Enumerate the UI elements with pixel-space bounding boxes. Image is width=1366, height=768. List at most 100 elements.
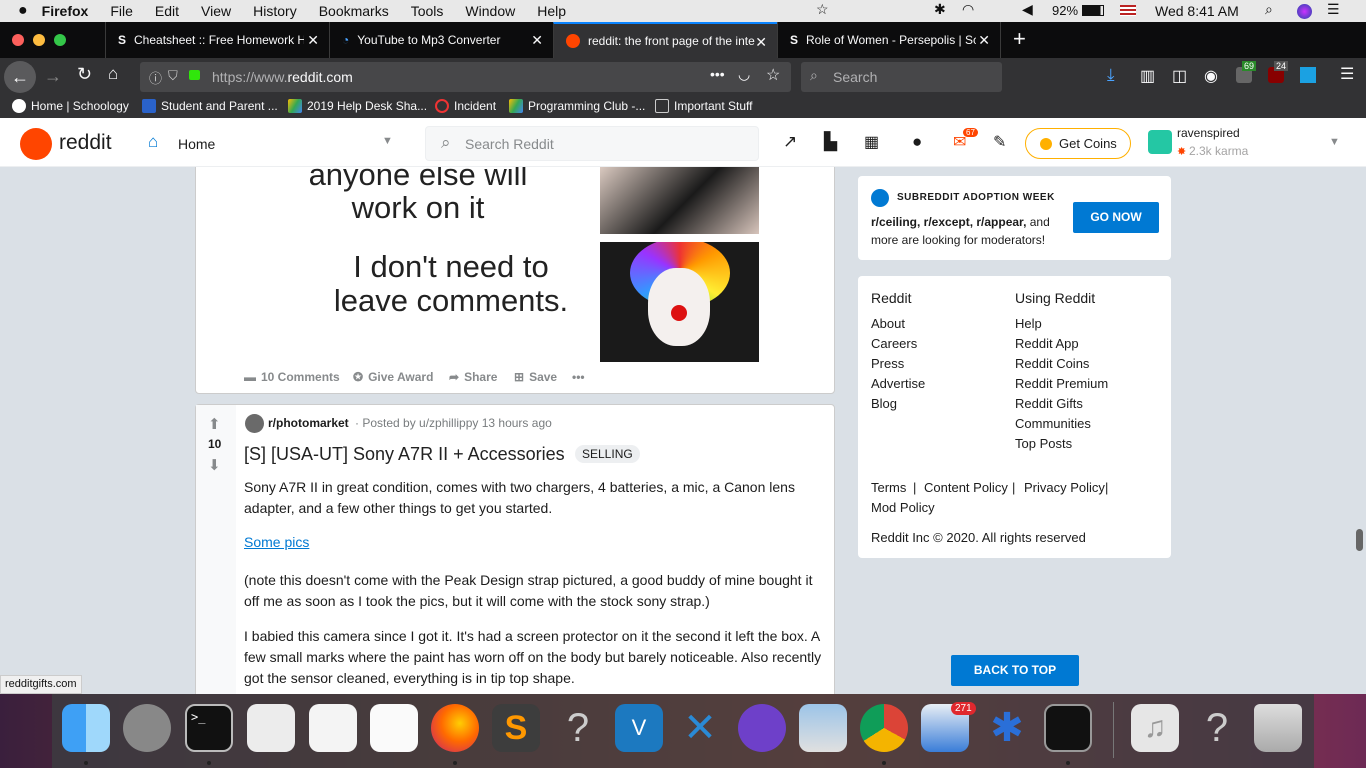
browser-search-bar[interactable]: ⌕ Search bbox=[801, 62, 1002, 92]
page-actions-icon[interactable]: ••• bbox=[710, 66, 725, 82]
script-editor-icon[interactable] bbox=[247, 704, 295, 752]
bookmark-incident[interactable]: Incident bbox=[435, 99, 496, 113]
textedit-doc-icon[interactable] bbox=[309, 704, 357, 752]
some-pics-link[interactable]: Some pics bbox=[244, 534, 309, 550]
forward-button[interactable]: → bbox=[44, 66, 62, 87]
maximize-window-button[interactable] bbox=[54, 34, 66, 46]
clock[interactable]: Wed 8:41 AM bbox=[1155, 3, 1239, 19]
flag-icon[interactable] bbox=[1120, 5, 1136, 16]
user-menu-chevron-icon[interactable]: ▼ bbox=[1329, 136, 1340, 148]
adoption-subreddits[interactable]: r/ceiling, r/except, r/appear, bbox=[871, 215, 1026, 229]
url-bar[interactable]: ⓘ ⛉ https://www.reddit.com ••• ◡ ☆ bbox=[140, 62, 791, 92]
unknown-stack-icon[interactable]: ? bbox=[1193, 704, 1241, 752]
footer-link-reddit-coins[interactable]: Reddit Coins bbox=[1015, 356, 1089, 371]
unknown-app-icon[interactable]: ? bbox=[554, 704, 602, 752]
siri-icon[interactable] bbox=[1297, 4, 1312, 19]
footer-link-mod-policy[interactable]: Mod Policy bbox=[871, 500, 935, 515]
popular-trending-icon[interactable]: ↗ bbox=[783, 132, 797, 152]
downvote-arrow-icon[interactable]: ⬇ bbox=[208, 456, 221, 474]
music-folder-icon[interactable]: ♫ bbox=[1131, 704, 1179, 752]
menu-app-name[interactable]: Firefox bbox=[42, 3, 89, 19]
menu-history[interactable]: History bbox=[253, 3, 297, 19]
vscode-icon[interactable]: ✕ bbox=[676, 704, 724, 752]
footer-link-content-policy[interactable]: Content Policy bbox=[924, 480, 1008, 495]
footer-link-advertise[interactable]: Advertise bbox=[871, 376, 925, 391]
tab-persepolis[interactable]: S Role of Women - Persepolis | Sc ✕ bbox=[777, 22, 1001, 58]
give-award-button[interactable]: ✪ Give Award bbox=[353, 370, 433, 384]
post-card[interactable]: ⬆ 10 ⬇ r/photomarket · Posted by u/zphil… bbox=[195, 404, 835, 694]
close-tab-icon[interactable]: ✕ bbox=[755, 34, 767, 51]
all-stats-icon[interactable]: ▙ bbox=[824, 132, 837, 152]
menu-bookmarks[interactable]: Bookmarks bbox=[319, 3, 389, 19]
more-options-icon[interactable]: ••• bbox=[572, 370, 585, 384]
footer-link-reddit-app[interactable]: Reddit App bbox=[1015, 336, 1079, 351]
bluetooth-icon[interactable]: ✱ bbox=[934, 1, 946, 18]
feed-selector-label[interactable]: Home bbox=[178, 136, 215, 152]
battery-percent[interactable]: 92% bbox=[1052, 3, 1078, 18]
terminal-icon[interactable]: >_ bbox=[185, 704, 233, 752]
reddit-wordmark[interactable]: reddit bbox=[59, 131, 112, 155]
reload-icon[interactable]: ↻ bbox=[77, 64, 92, 85]
go-now-button[interactable]: GO NOW bbox=[1073, 202, 1159, 233]
volume-icon[interactable]: ◀ bbox=[1022, 1, 1033, 18]
footer-link-careers[interactable]: Careers bbox=[871, 336, 917, 351]
share-button[interactable]: ➦ Share bbox=[449, 370, 497, 384]
post-image[interactable]: anyone else will work on it I don't need… bbox=[236, 167, 759, 362]
community-grid-icon[interactable]: ▦ bbox=[864, 132, 879, 152]
vnc-viewer-icon[interactable]: V bbox=[615, 704, 663, 752]
avatar[interactable] bbox=[1148, 130, 1172, 154]
footer-link-top-posts[interactable]: Top Posts bbox=[1015, 436, 1072, 451]
menu-window[interactable]: Window bbox=[465, 3, 515, 19]
spotlight-icon[interactable]: ⌕ bbox=[1265, 1, 1273, 18]
shield-icon[interactable]: ⛉ bbox=[168, 68, 178, 84]
bookmark-student-parent[interactable]: Student and Parent ... bbox=[142, 99, 278, 113]
firefox-icon[interactable] bbox=[431, 704, 479, 752]
post-title[interactable]: [S] [USA-UT] Sony A7R II + Accessories bbox=[244, 444, 565, 465]
footer-link-press[interactable]: Press bbox=[871, 356, 904, 371]
sublime-text-icon[interactable]: S bbox=[492, 704, 540, 752]
feed-dropdown-chevron-icon[interactable]: ▼ bbox=[382, 135, 393, 147]
account-icon[interactable]: ◉ bbox=[1204, 66, 1218, 86]
username[interactable]: ravenspired bbox=[1177, 126, 1240, 140]
notification-center-icon[interactable]: ☰ bbox=[1327, 1, 1340, 18]
footer-link-about[interactable]: About bbox=[871, 316, 905, 331]
close-window-button[interactable] bbox=[12, 34, 24, 46]
chrome-icon[interactable] bbox=[860, 704, 908, 752]
extension-blue-icon[interactable] bbox=[1300, 67, 1316, 83]
page-scrollbar-thumb[interactable] bbox=[1356, 529, 1363, 551]
close-tab-icon[interactable]: ✕ bbox=[531, 32, 543, 49]
back-button[interactable]: ← bbox=[4, 61, 36, 93]
footer-link-help[interactable]: Help bbox=[1015, 316, 1042, 331]
menu-file[interactable]: File bbox=[110, 3, 133, 19]
info-icon[interactable]: ⓘ bbox=[149, 68, 162, 87]
menu-icon[interactable]: ☰ bbox=[1340, 64, 1354, 84]
star-icon[interactable]: ☆ bbox=[816, 1, 829, 18]
library-icon[interactable]: ▥ bbox=[1140, 66, 1155, 86]
sidebar-icon[interactable]: ◫ bbox=[1172, 66, 1187, 86]
finder-icon[interactable] bbox=[62, 704, 110, 752]
menu-edit[interactable]: Edit bbox=[155, 3, 179, 19]
close-tab-icon[interactable]: ✕ bbox=[307, 32, 319, 49]
activity-monitor-icon[interactable] bbox=[1044, 704, 1092, 752]
upvote-arrow-icon[interactable]: ⬆ bbox=[208, 415, 221, 433]
system-preferences-icon[interactable] bbox=[123, 704, 171, 752]
close-tab-icon[interactable]: ✕ bbox=[978, 32, 990, 49]
footer-link-blog[interactable]: Blog bbox=[871, 396, 897, 411]
tab-youtube-mp3[interactable]: ◔ YouTube to Mp3 Converter ✕ bbox=[329, 22, 553, 58]
footer-link-reddit-premium[interactable]: Reddit Premium bbox=[1015, 376, 1108, 391]
menu-view[interactable]: View bbox=[201, 3, 231, 19]
bookmark-schoology[interactable]: Home | Schoology bbox=[12, 99, 129, 113]
url-text[interactable]: https://www.reddit.com bbox=[212, 69, 353, 85]
footer-link-communities[interactable]: Communities bbox=[1015, 416, 1091, 431]
subreddit-icon[interactable] bbox=[245, 414, 264, 433]
comments-button[interactable]: ▬ 10 Comments bbox=[244, 370, 340, 384]
flair-badge[interactable]: SELLING bbox=[575, 445, 640, 463]
menu-help[interactable]: Help bbox=[537, 3, 566, 19]
footer-link-reddit-gifts[interactable]: Reddit Gifts bbox=[1015, 396, 1083, 411]
preview-icon[interactable] bbox=[799, 704, 847, 752]
tab-reddit[interactable]: reddit: the front page of the inte ✕ bbox=[553, 22, 777, 58]
chat-icon[interactable]: ● bbox=[912, 132, 922, 152]
home-icon[interactable]: ⌂ bbox=[108, 64, 118, 84]
bookmark-star-icon[interactable]: ☆ bbox=[766, 65, 780, 85]
subreddit-link[interactable]: r/photomarket bbox=[268, 416, 349, 430]
